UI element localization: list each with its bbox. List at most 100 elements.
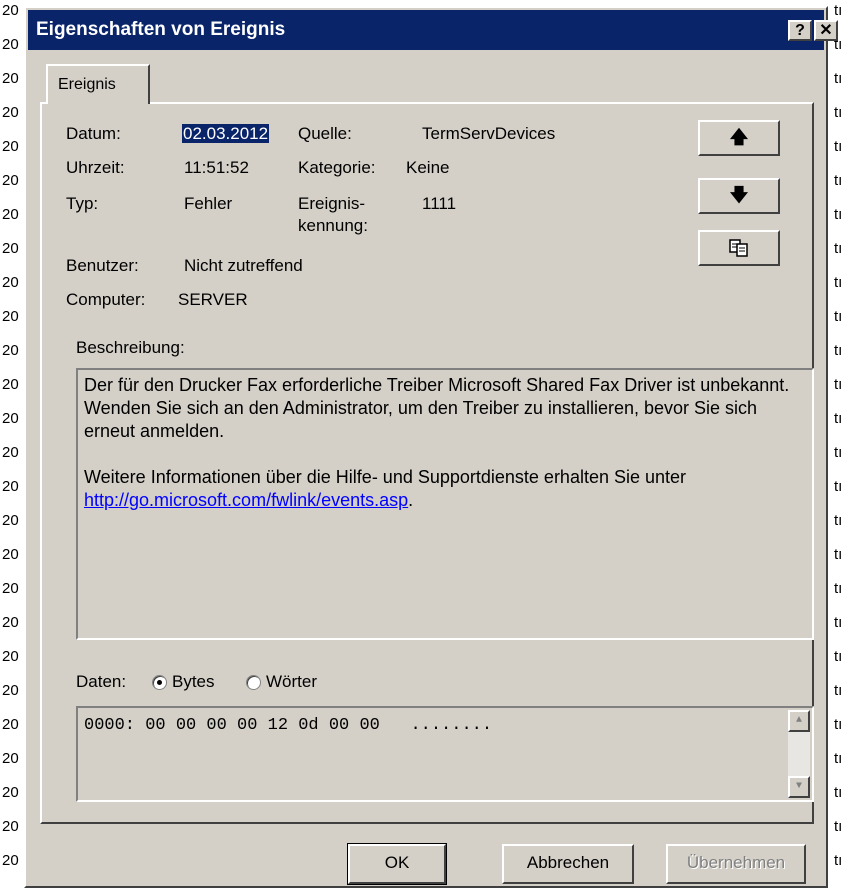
uhrzeit-value: 11:51:52 [184, 158, 249, 177]
quelle-value: TermServDevices [422, 124, 556, 143]
kategorie-value: Keine [406, 158, 450, 177]
daten-label: Daten: [76, 672, 127, 691]
background-row-fragment: 20 [2, 240, 19, 257]
background-row-fragment: tı [834, 852, 843, 869]
background-row-fragment: 20 [2, 274, 19, 291]
scroll-up-icon[interactable]: ▲ [788, 710, 810, 732]
computer-value: SERVER [178, 290, 248, 309]
background-row-fragment: tı [834, 750, 843, 767]
background-row-fragment: 20 [2, 512, 19, 529]
cancel-button[interactable]: Abbrechen [502, 844, 634, 884]
apply-button[interactable]: Übernehmen [666, 844, 806, 884]
dialog-title: Eigenschaften von Ereignis [36, 19, 286, 40]
background-row-fragment: 20 [2, 682, 19, 699]
background-row-fragment: 20 [2, 308, 19, 325]
help-button[interactable]: ? [788, 20, 812, 41]
background-row-fragment: tı [834, 172, 843, 189]
computer-label: Computer: [66, 290, 146, 309]
next-event-button[interactable]: 🡇 [698, 178, 780, 214]
background-row-fragment: 20 [2, 818, 19, 835]
background-row-fragment: 20 [2, 546, 19, 563]
scroll-down-icon[interactable]: ▼ [788, 776, 810, 798]
background-row-fragment: tı [834, 206, 843, 223]
background-row-fragment: 20 [2, 716, 19, 733]
quelle-label: Quelle: [298, 124, 352, 143]
background-row-fragment: tı [834, 784, 843, 801]
background-row-fragment: 20 [2, 172, 19, 189]
background-row-fragment: tı [834, 512, 843, 529]
words-radio[interactable] [246, 675, 261, 690]
uhrzeit-label: Uhrzeit: [66, 158, 125, 177]
close-button[interactable]: ✕ [814, 20, 838, 41]
arrow-up-icon: 🡅 [729, 127, 749, 147]
background-row-fragment: 20 [2, 2, 19, 19]
benutzer-value: Nicht zutreffend [184, 256, 303, 275]
data-box[interactable]: 0000: 00 00 00 00 12 0d 00 00 ........ ▲… [76, 706, 814, 802]
bytes-label[interactable]: Bytes [172, 672, 215, 692]
ok-button[interactable]: OK [347, 843, 447, 885]
background-list-right: tı tı tı tı tı tı tı tı tı tı tı tı tı tı tı tı tı tı tı tı… [832, 0, 845, 888]
tab-ereignis[interactable]: Ereignis [46, 64, 150, 104]
background-row-fragment: tı [834, 138, 843, 155]
background-row-fragment: 20 [2, 104, 19, 121]
background-row-fragment: tı [834, 240, 843, 257]
background-row-fragment: 20 [2, 206, 19, 223]
background-row-fragment: 20 [2, 648, 19, 665]
background-row-fragment: 20 [2, 580, 19, 597]
background-row-fragment: tı [834, 444, 843, 461]
help-link[interactable]: http://go.microsoft.com/fwlink/events.as… [84, 490, 408, 510]
kategorie-label: Kategorie: [298, 158, 376, 177]
benutzer-label: Benutzer: [66, 256, 139, 275]
background-row-fragment: tı [834, 682, 843, 699]
background-row-fragment: 20 [2, 410, 19, 427]
background-row-fragment: tı [834, 716, 843, 733]
background-row-fragment: tı [834, 818, 843, 835]
background-row-fragment: 20 [2, 342, 19, 359]
background-row-fragment: 20 [2, 478, 19, 495]
data-line: 0000: 00 00 00 00 12 0d 00 00 ........ [84, 716, 493, 735]
background-row-fragment: tı [834, 104, 843, 121]
background-row-fragment: tı [834, 546, 843, 563]
title-bar[interactable]: Eigenschaften von Ereignis ? ✕ [28, 10, 838, 50]
background-row-fragment: tı [834, 376, 843, 393]
background-row-fragment: 20 [2, 70, 19, 87]
event-properties-dialog: Eigenschaften von Ereignis ? ✕ Ereignis … [24, 6, 838, 888]
ereignis-label-line2: kennung: [298, 216, 368, 235]
copy-icon [729, 239, 748, 257]
ereignis-value: 1111 [422, 194, 457, 213]
background-list-left: 20 20 20 20 20 20 20 20 20 20 20 20 20 20 20 20 20 20 20 20… [0, 0, 24, 888]
beschreibung-label: Beschreibung: [76, 338, 185, 357]
background-row-fragment: 20 [2, 376, 19, 393]
datum-label: Datum: [66, 124, 121, 143]
background-row-fragment: 20 [2, 750, 19, 767]
ereignis-label-line1: Ereignis- [298, 194, 366, 213]
background-row-fragment: tı [834, 2, 843, 19]
background-row-fragment: tı [834, 410, 843, 427]
description-paragraph-2: Weitere Informationen über die Hilfe- un… [84, 467, 687, 510]
background-row-fragment: 20 [2, 852, 19, 869]
words-label[interactable]: Wörter [266, 672, 317, 692]
typ-value: Fehler [184, 194, 233, 213]
tab-label: Ereignis [58, 76, 116, 93]
background-row-fragment: 20 [2, 444, 19, 461]
copy-button[interactable] [698, 230, 780, 266]
typ-label: Typ: [66, 194, 99, 213]
background-row-fragment: tı [834, 614, 843, 631]
background-row-fragment: tı [834, 478, 843, 495]
data-scrollbar[interactable]: ▲ ▼ [788, 710, 810, 798]
datum-value[interactable]: 02.03.2012 [182, 124, 270, 144]
background-row-fragment: 20 [2, 614, 19, 631]
description-box[interactable]: Der für den Drucker Fax erforderliche Tr… [76, 368, 814, 640]
background-row-fragment: tı [834, 342, 843, 359]
arrow-down-icon: 🡇 [729, 185, 749, 205]
background-row-fragment: 20 [2, 784, 19, 801]
background-row-fragment: 20 [2, 138, 19, 155]
background-row-fragment: tı [834, 308, 843, 325]
bytes-radio[interactable] [152, 675, 167, 690]
description-paragraph-1: Der für den Drucker Fax erforderliche Tr… [84, 375, 790, 441]
background-row-fragment: tı [834, 70, 843, 87]
background-row-fragment: tı [834, 648, 843, 665]
background-row-fragment: tı [834, 274, 843, 291]
background-row-fragment: 20 [2, 36, 19, 53]
previous-event-button[interactable]: 🡅 [698, 120, 780, 156]
